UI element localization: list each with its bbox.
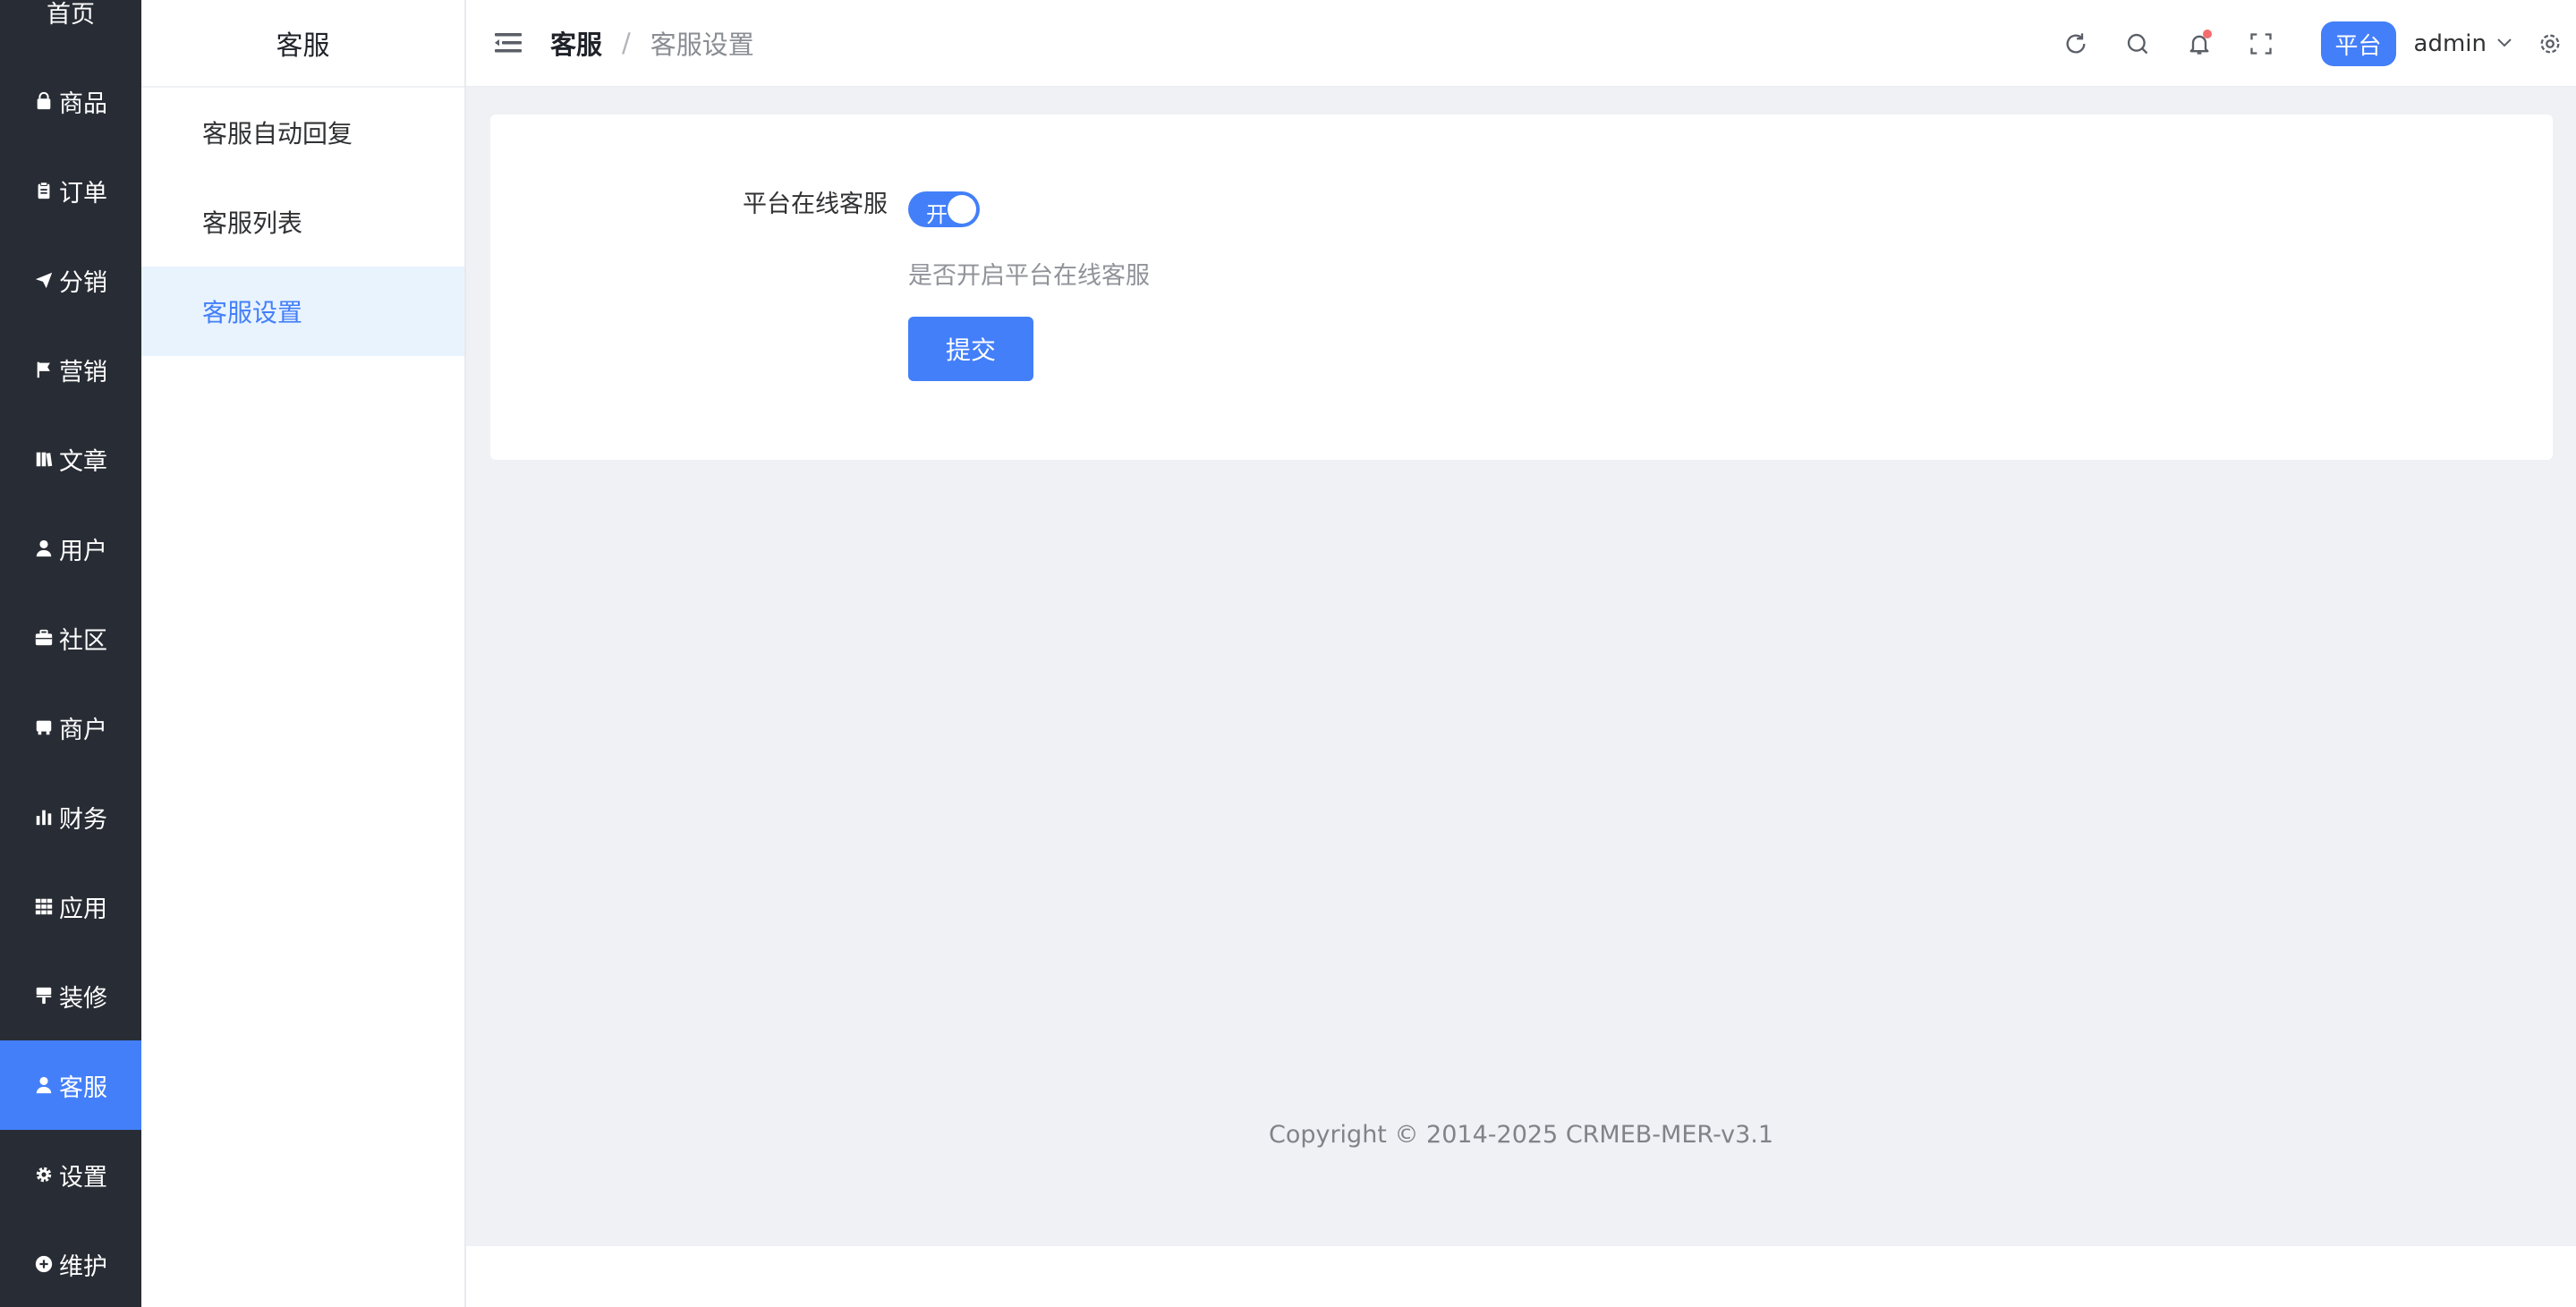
online-service-label: 平台在线客服 [743, 191, 888, 218]
nav-item-distribution[interactable]: 分销 [0, 235, 141, 325]
online-service-switch[interactable]: 开 [908, 191, 980, 227]
plus-circle-icon [34, 1254, 54, 1274]
nav-item-community[interactable]: 社区 [0, 593, 141, 683]
book-icon [34, 449, 54, 469]
nav-item-label: 维护 [59, 1252, 107, 1281]
bag-icon [34, 91, 54, 111]
nav-item-label: 应用 [59, 895, 107, 923]
search-icon[interactable] [2121, 28, 2154, 60]
notification-dot [2202, 30, 2212, 38]
subnav-item-service-settings[interactable]: 客服设置 [141, 267, 464, 356]
breadcrumb-parent[interactable]: 客服 [550, 24, 602, 62]
nav-item-label: 设置 [59, 1163, 107, 1192]
user-menu[interactable]: admin [2414, 30, 2513, 57]
nav-item-customer-service[interactable]: 客服 [0, 1040, 141, 1130]
subnav-title: 客服 [141, 0, 464, 88]
nav-item-label: 商品 [59, 89, 107, 118]
subnav-item-auto-reply[interactable]: 客服自动回复 [141, 88, 464, 177]
bottom-strip [466, 1246, 2576, 1307]
nav-item-label: 财务 [59, 805, 107, 834]
submit-button[interactable]: 提交 [908, 317, 1033, 381]
header-actions: 平台 admin [2060, 0, 2576, 88]
settings-form-card: 平台在线客服 开 是否开启平台在线客服 提交 [490, 115, 2553, 460]
nav-item-label: 商户 [59, 716, 107, 744]
nav-item-articles[interactable]: 文章 [0, 414, 141, 504]
send-icon [34, 270, 54, 290]
clipboard-icon [34, 181, 54, 200]
nav-item-users[interactable]: 用户 [0, 504, 141, 593]
bar-chart-icon [34, 807, 54, 827]
nav-item-label: 社区 [59, 626, 107, 655]
fullscreen-icon[interactable] [2245, 28, 2277, 60]
nav-item-merchants[interactable]: 商户 [0, 683, 141, 772]
shop-icon [34, 717, 54, 737]
nav-item-label: 订单 [59, 179, 107, 208]
breadcrumb-separator: / [622, 28, 631, 58]
nav-item-decoration[interactable]: 装修 [0, 951, 141, 1040]
user-icon [34, 1075, 54, 1095]
nav-item-orders[interactable]: 订单 [0, 146, 141, 235]
main-content: 平台在线客服 开 是否开启平台在线客服 提交 Copyright © 2014-… [466, 88, 2576, 1246]
collapse-menu-icon[interactable] [495, 30, 523, 55]
online-service-hint: 是否开启平台在线客服 [908, 262, 1150, 290]
notification-bell-icon[interactable] [2183, 28, 2215, 60]
nav-item-label: 文章 [59, 447, 107, 476]
paint-roller-icon [34, 986, 54, 1006]
top-header: 客服 / 客服设置 平台 admin [466, 0, 2576, 88]
secondary-sidebar: 客服 客服自动回复 客服列表 客服设置 [141, 0, 466, 1307]
nav-item-finance[interactable]: 财务 [0, 772, 141, 861]
settings-gear-icon[interactable] [2537, 30, 2563, 57]
grid-icon [34, 896, 54, 916]
nav-item-label: 用户 [59, 537, 107, 565]
platform-tag[interactable]: 平台 [2320, 21, 2396, 66]
copyright-footer: Copyright © 2014-2025 CRMEB-MER-v3.1 [1268, 1121, 1774, 1149]
nav-item-home[interactable]: 首页 [0, 0, 141, 56]
nav-item-label: 装修 [59, 984, 107, 1013]
nav-item-label: 客服 [59, 1074, 107, 1102]
chevron-down-icon [2495, 30, 2513, 57]
breadcrumb: 客服 / 客服设置 [550, 24, 754, 62]
primary-sidebar: 首页 商品 订单 分销 营销 文章 用户 社区 商户 财务 应用 装修 客服 设… [0, 0, 141, 1307]
flag-icon [34, 360, 54, 379]
nav-item-maintenance[interactable]: 维护 [0, 1219, 141, 1307]
nav-item-apps[interactable]: 应用 [0, 861, 141, 951]
refresh-icon[interactable] [2060, 28, 2092, 60]
switch-text: 开 [926, 202, 948, 227]
switch-knob [948, 195, 976, 224]
briefcase-icon [34, 628, 54, 648]
user-icon [34, 539, 54, 558]
nav-item-label: 首页 [47, 0, 95, 29]
nav-item-label: 分销 [59, 268, 107, 297]
nav-item-label: 营销 [59, 358, 107, 386]
app-root: 首页 商品 订单 分销 营销 文章 用户 社区 商户 财务 应用 装修 客服 设… [0, 0, 2576, 1307]
nav-item-products[interactable]: 商品 [0, 56, 141, 146]
gear-icon [34, 1165, 54, 1184]
nav-item-settings[interactable]: 设置 [0, 1130, 141, 1219]
breadcrumb-current: 客服设置 [650, 30, 754, 60]
nav-item-marketing[interactable]: 营销 [0, 325, 141, 414]
subnav-item-service-list[interactable]: 客服列表 [141, 177, 464, 267]
user-name: admin [2413, 30, 2487, 57]
